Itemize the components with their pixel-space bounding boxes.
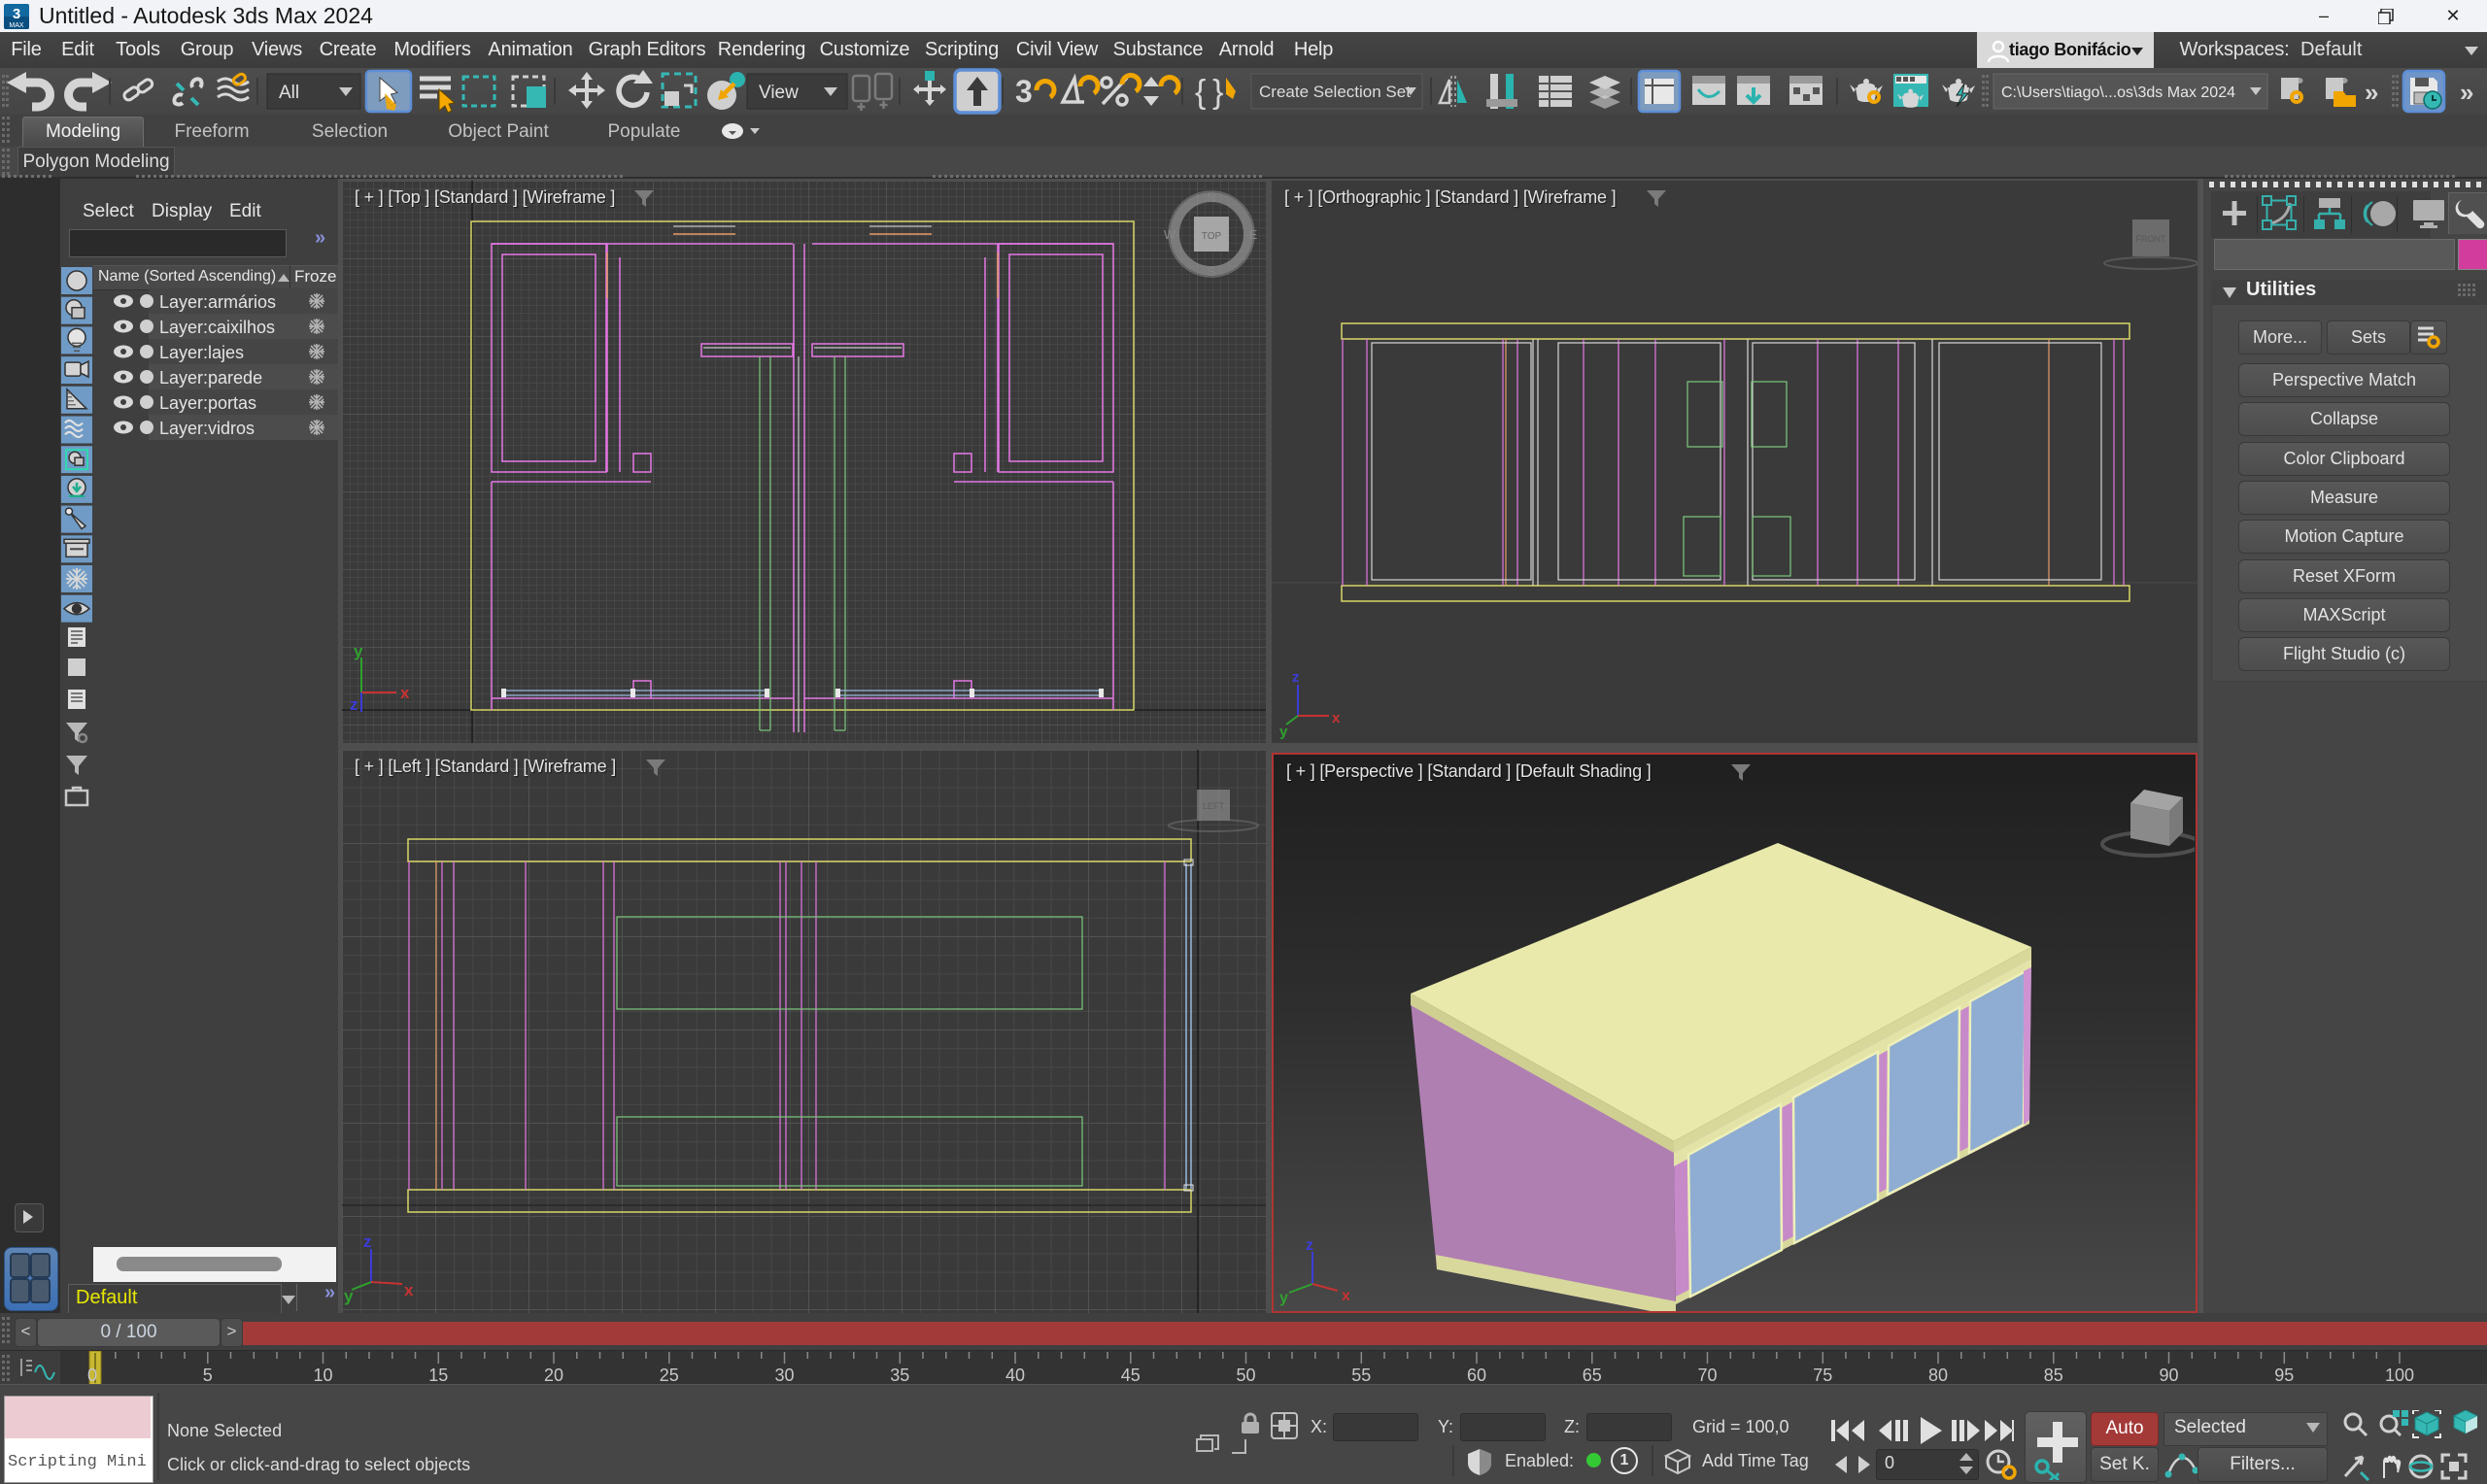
svg-text:y: y (1279, 1290, 1288, 1306)
svg-text:View: View (759, 83, 799, 103)
svg-text:0: 0 (87, 1366, 97, 1385)
svg-text:75: 75 (1813, 1366, 1832, 1385)
svg-text:45: 45 (1121, 1366, 1141, 1385)
svg-text:S: S (1208, 264, 1216, 279)
svg-text:z: z (1306, 1237, 1313, 1254)
svg-text:{ }: { } (1195, 74, 1224, 111)
svg-text:40: 40 (1005, 1366, 1025, 1385)
svg-text:60: 60 (1467, 1366, 1486, 1385)
svg-text:z: z (363, 1232, 372, 1251)
svg-text:35: 35 (890, 1366, 909, 1385)
svg-text:y: y (344, 1287, 354, 1305)
svg-text:25: 25 (660, 1366, 679, 1385)
svg-text:30: 30 (774, 1366, 794, 1385)
svg-text:z: z (350, 695, 358, 714)
svg-text:y: y (354, 642, 363, 660)
svg-text:»: » (2365, 78, 2378, 107)
svg-text:Layer:portas: Layer:portas (159, 393, 256, 413)
svg-text:MAX: MAX (9, 22, 24, 29)
svg-text:15: 15 (428, 1366, 448, 1385)
svg-text:5: 5 (203, 1366, 213, 1385)
svg-text:y: y (1279, 724, 1288, 740)
svg-text:3: 3 (13, 6, 20, 22)
svg-text:50: 50 (1236, 1366, 1255, 1385)
svg-text:90: 90 (2159, 1366, 2178, 1385)
svg-text:Layer:lajes: Layer:lajes (159, 343, 244, 362)
svg-text:C:\Users\tiago\...os\3ds Max 2: C:\Users\tiago\...os\3ds Max 2024 (2001, 84, 2235, 101)
svg-text:Layer:armários: Layer:armários (159, 292, 276, 312)
svg-text:FRONT: FRONT (2136, 234, 2166, 244)
svg-text:Create Selection Set: Create Selection Set (1259, 83, 1411, 101)
svg-text:100: 100 (2385, 1366, 2414, 1385)
svg-text:x: x (400, 684, 410, 702)
svg-text:Layer:caixilhos: Layer:caixilhos (159, 318, 275, 337)
svg-text:10: 10 (313, 1366, 332, 1385)
svg-text:x: x (404, 1281, 414, 1299)
svg-text:95: 95 (2274, 1366, 2294, 1385)
svg-text:N: N (1207, 190, 1215, 205)
svg-text:z: z (1292, 669, 1300, 686)
svg-text:55: 55 (1351, 1366, 1371, 1385)
svg-text:»: » (2460, 78, 2473, 107)
svg-text:70: 70 (1697, 1366, 1717, 1385)
svg-text:Layer:vidros: Layer:vidros (159, 419, 255, 438)
svg-text:80: 80 (1928, 1366, 1948, 1385)
svg-text:LEFT: LEFT (1203, 801, 1225, 811)
svg-text:x: x (1342, 1288, 1350, 1304)
svg-text:TOP: TOP (1202, 231, 1222, 242)
svg-text:20: 20 (544, 1366, 563, 1385)
svg-text:x: x (1332, 710, 1341, 726)
svg-text:E: E (1249, 227, 1258, 242)
svg-text:65: 65 (1583, 1366, 1602, 1385)
svg-text:W: W (1164, 227, 1176, 242)
svg-text:Layer:parede: Layer:parede (159, 368, 262, 388)
svg-text:3: 3 (1015, 74, 1033, 109)
svg-text:All: All (279, 83, 299, 103)
svg-text:85: 85 (2044, 1366, 2063, 1385)
